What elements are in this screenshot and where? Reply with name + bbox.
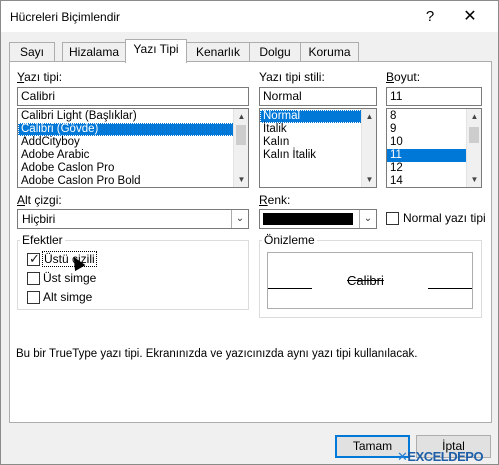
font-label: Yazı tipi: <box>17 70 63 84</box>
superscript-label[interactable]: Üst simge <box>43 271 96 285</box>
list-item[interactable]: Adobe Caslon Pro <box>18 162 248 175</box>
color-label: Renk: <box>259 193 291 207</box>
font-style-list-scrollbar[interactable]: ▲ ▼ <box>361 109 376 187</box>
list-item[interactable]: Adobe Caslon Pro Bold <box>18 175 248 187</box>
font-list-scrollbar[interactable]: ▲ ▼ <box>233 109 248 187</box>
strikethrough-checkbox[interactable] <box>27 251 40 267</box>
tab-font[interactable]: Yazı Tipi <box>125 39 187 63</box>
scroll-thumb[interactable] <box>236 125 246 145</box>
font-list[interactable]: Calibri Light (Başlıklar) Calibri (Gövde… <box>17 108 249 188</box>
underline-value: Hiçbiri <box>22 212 56 226</box>
scroll-up-icon[interactable]: ▲ <box>362 109 376 124</box>
help-button[interactable]: ? <box>418 6 442 28</box>
tab-number[interactable]: Sayı <box>9 42 55 62</box>
font-style-input[interactable]: Normal <box>259 87 377 106</box>
chevron-down-icon[interactable]: ⌄ <box>231 210 248 228</box>
size-list[interactable]: 8 9 10 11 12 14 ▲ ▼ <box>386 108 482 188</box>
effects-title: Efektler <box>20 233 65 247</box>
scroll-thumb[interactable] <box>469 127 479 143</box>
normal-font-checkbox[interactable] <box>386 212 399 225</box>
scroll-down-icon[interactable]: ▼ <box>362 172 376 187</box>
font-tab-panel: Yazı tipi: Calibri Calibri Light (Başlık… <box>9 61 492 423</box>
tab-fill[interactable]: Dolgu <box>249 42 301 62</box>
underline-label: Alt çizgi: <box>17 193 62 207</box>
font-style-label: Yazı tipi stili: <box>259 70 325 84</box>
list-item[interactable]: Calibri (Gövde) <box>18 123 248 136</box>
subscript-checkbox[interactable] <box>27 291 40 304</box>
list-item[interactable]: AddCityboy <box>18 136 248 149</box>
preview-box: Calibri <box>267 252 473 309</box>
chevron-down-icon[interactable]: ⌄ <box>359 210 376 228</box>
color-select[interactable]: ⌄ <box>259 209 377 229</box>
list-item[interactable]: Kalın İtalik <box>260 149 376 162</box>
list-item[interactable]: Normal <box>260 110 376 123</box>
size-list-scrollbar[interactable]: ▲ ▼ <box>466 109 481 187</box>
superscript-checkbox[interactable] <box>27 272 40 285</box>
truetype-info: Bu bir TrueType yazı tipi. Ekranınızda v… <box>16 348 418 360</box>
font-style-list[interactable]: Normal İtalik Kalın Kalın İtalik ▲ ▼ <box>259 108 377 188</box>
format-cells-dialog: Hücreleri Biçimlendir ? ✕ Sayı Hizalama … <box>0 0 499 465</box>
list-item[interactable]: İtalik <box>260 123 376 136</box>
list-item[interactable]: Kalın <box>260 136 376 149</box>
size-label: Boyut: <box>386 70 421 84</box>
preview-text: Calibri <box>347 273 384 288</box>
scroll-down-icon[interactable]: ▼ <box>234 172 248 187</box>
scroll-up-icon[interactable]: ▲ <box>467 109 481 124</box>
list-item[interactable]: Adobe Arabic <box>18 149 248 162</box>
size-input[interactable]: 11 <box>386 87 482 106</box>
close-button[interactable]: ✕ <box>458 6 482 28</box>
subscript-label[interactable]: Alt simge <box>43 290 92 304</box>
dialog-title: Hücreleri Biçimlendir <box>10 10 121 24</box>
underline-select[interactable]: Hiçbiri ⌄ <box>17 209 249 229</box>
color-swatch <box>263 213 353 225</box>
tab-alignment[interactable]: Hizalama <box>62 42 126 62</box>
font-input[interactable]: Calibri <box>17 87 249 106</box>
tab-border[interactable]: Kenarlık <box>186 42 250 62</box>
scroll-up-icon[interactable]: ▲ <box>234 109 248 124</box>
watermark-x-icon: ✕ <box>397 449 408 464</box>
exceldepo-watermark: ✕EXCELDEPO <box>397 449 484 464</box>
preview-baseline-left <box>268 288 312 289</box>
preview-baseline-right <box>428 288 472 289</box>
preview-title: Önizleme <box>262 233 317 247</box>
list-item[interactable]: Calibri Light (Başlıklar) <box>18 110 248 123</box>
scroll-down-icon[interactable]: ▼ <box>467 172 481 187</box>
title-bar: Hücreleri Biçimlendir ? ✕ <box>1 1 498 32</box>
tab-protection[interactable]: Koruma <box>300 42 359 62</box>
normal-font-label: Normal yazı tipi <box>403 211 486 225</box>
